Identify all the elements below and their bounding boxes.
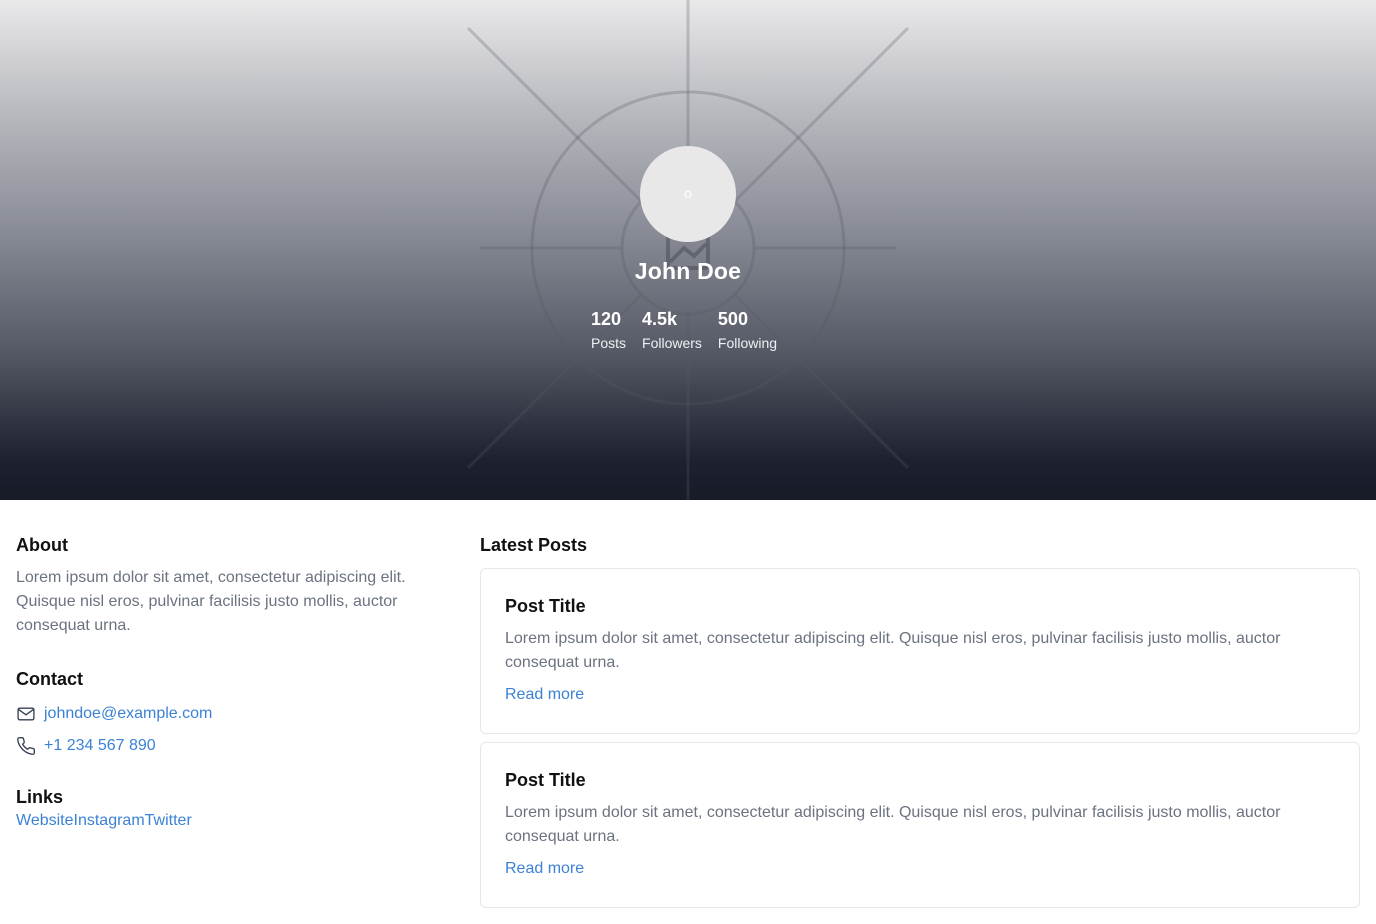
link-twitter[interactable]: Twitter xyxy=(145,810,192,832)
stat-label: Following xyxy=(717,335,778,351)
about-heading: About xyxy=(16,535,68,555)
post-title: Post Title xyxy=(505,596,586,616)
stat-posts[interactable]: 120 Posts xyxy=(591,308,626,352)
stat-following[interactable]: 500 Following xyxy=(718,308,777,352)
post-card: Post Title Lorem ipsum dolor sit amet, c… xyxy=(480,568,1360,734)
profile-sidebar: About Lorem ipsum dolor sit amet, consec… xyxy=(16,532,436,832)
mail-icon xyxy=(17,707,35,721)
profile-stats: 120 Posts 4.5k Followers 500 Following xyxy=(591,308,777,352)
contact-email-row: johndoe@example.com xyxy=(16,702,436,726)
read-more-link[interactable]: Read more xyxy=(505,857,584,881)
post-title: Post Title xyxy=(505,770,586,790)
profile-header-banner: John Doe 120 Posts 4.5k Followers 500 Fo… xyxy=(0,0,1376,500)
latest-posts-heading: Latest Posts xyxy=(480,535,588,555)
image-placeholder-icon xyxy=(466,0,910,500)
post-card: Post Title Lorem ipsum dolor sit amet, c… xyxy=(480,742,1360,908)
links-list: Website Instagram Twitter xyxy=(16,810,436,832)
read-more-link[interactable]: Read more xyxy=(505,683,584,707)
contact-phone-row: +1 234 567 890 xyxy=(16,734,436,758)
links-heading: Links xyxy=(16,787,64,807)
avatar-placeholder-icon xyxy=(684,190,692,198)
post-excerpt: Lorem ipsum dolor sit amet, consectetur … xyxy=(505,630,1281,671)
link-instagram[interactable]: Instagram xyxy=(74,810,145,832)
contact-heading: Contact xyxy=(16,669,83,689)
latest-posts-section: Latest Posts Post Title Lorem ipsum dolo… xyxy=(480,532,1360,908)
stat-label: Posts xyxy=(591,335,627,351)
phone-link[interactable]: +1 234 567 890 xyxy=(44,734,156,758)
post-excerpt: Lorem ipsum dolor sit amet, consectetur … xyxy=(505,804,1281,845)
stat-label: Followers xyxy=(642,335,702,351)
profile-name: John Doe xyxy=(634,258,742,284)
email-link[interactable]: johndoe@example.com xyxy=(44,702,212,726)
avatar[interactable] xyxy=(640,146,736,242)
link-website[interactable]: Website xyxy=(16,810,74,832)
phone-icon xyxy=(17,736,36,755)
stat-value: 120 xyxy=(591,309,622,329)
stat-followers[interactable]: 4.5k Followers xyxy=(642,308,702,352)
about-text: Lorem ipsum dolor sit amet, consectetur … xyxy=(16,569,406,634)
stat-value: 4.5k xyxy=(642,309,678,329)
stat-value: 500 xyxy=(717,309,748,329)
